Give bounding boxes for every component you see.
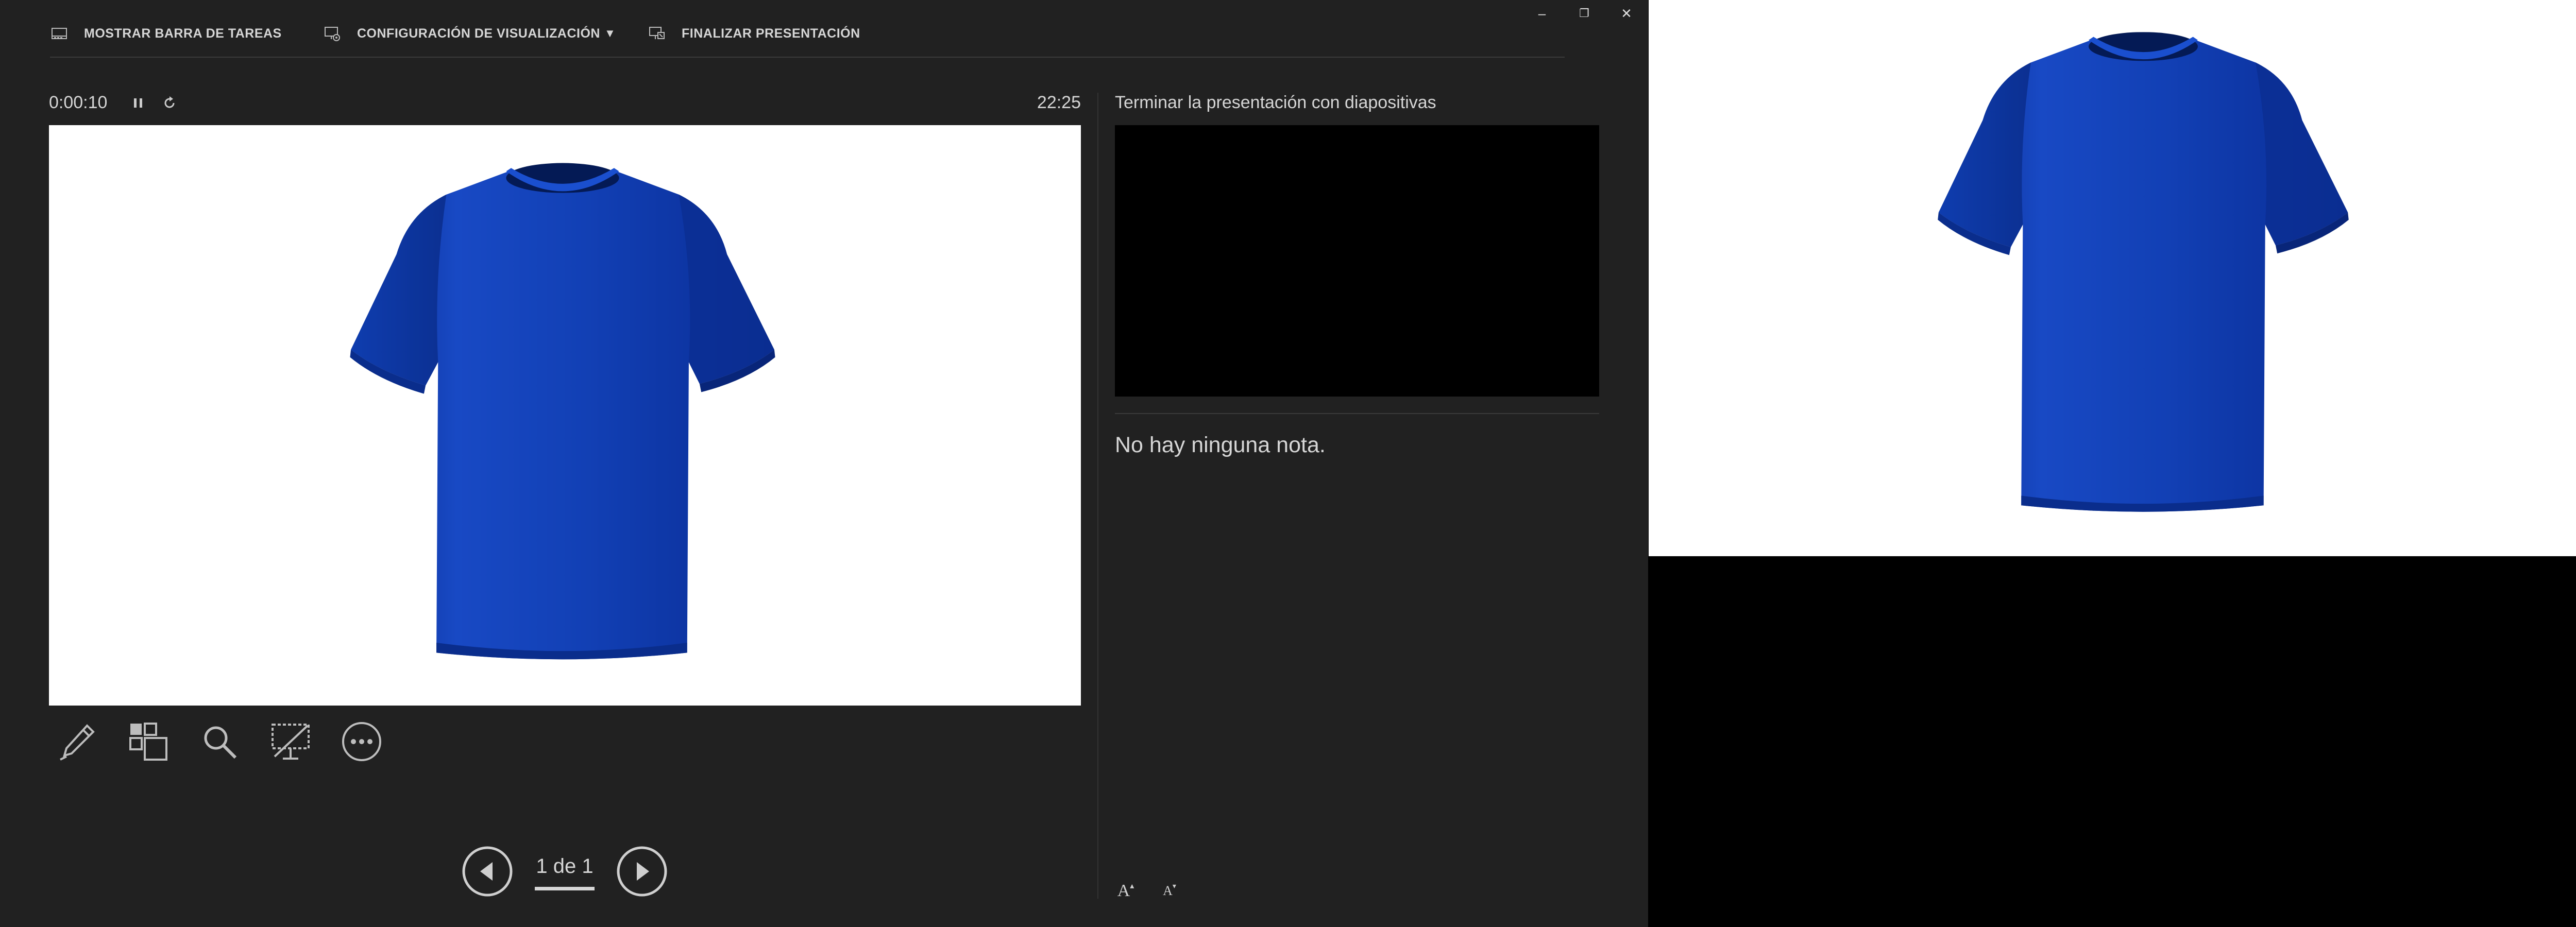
minimize-icon: – [1538, 5, 1546, 21]
zoom-button[interactable] [191, 713, 248, 770]
slide-navigation: 1 de 1 [462, 843, 668, 899]
screen-slash-icon [272, 724, 310, 760]
current-slide[interactable] [49, 125, 1081, 706]
presenter-view: MOSTRAR BARRA DE TAREAS CONFIGURACIÓN DE… [0, 0, 1648, 927]
speaker-notes: No hay ninguna nota. [1115, 433, 1326, 457]
display-settings-label: CONFIGURACIÓN DE VISUALIZACIÓN [357, 26, 600, 41]
end-show-label: FINALIZAR PRESENTACIÓN [682, 26, 860, 41]
decrease-font-button[interactable]: A ▾ [1154, 876, 1185, 906]
end-show-icon [649, 27, 665, 39]
magnifier-icon [204, 726, 237, 759]
tshirt-image-audience [1935, 27, 2352, 519]
more-icon [342, 722, 381, 761]
prev-arrow-icon[interactable] [462, 846, 513, 897]
restore-button[interactable]: ❐ [1570, 2, 1598, 25]
current-time: 22:25 [1037, 93, 1081, 112]
presenter-toolbar: MOSTRAR BARRA DE TAREAS CONFIGURACIÓN DE… [50, 0, 1565, 58]
panel-divider[interactable] [1097, 93, 1098, 899]
more-options-button[interactable] [333, 713, 390, 770]
timer-bar: 0:00:10 22:25 [49, 93, 1081, 113]
show-taskbar-label: MOSTRAR BARRA DE TAREAS [84, 26, 282, 41]
restart-icon[interactable] [160, 94, 179, 112]
tshirt-image [347, 157, 778, 667]
display-settings-button[interactable]: CONFIGURACIÓN DE VISUALIZACIÓN ▼ [323, 20, 616, 47]
taskbar-icon [52, 28, 67, 39]
next-arrow-icon[interactable] [616, 846, 668, 897]
black-screen-button[interactable] [262, 713, 319, 770]
decrease-font-icon: A [1163, 883, 1173, 898]
close-icon: ✕ [1621, 5, 1632, 21]
restore-icon: ❐ [1579, 7, 1589, 20]
increase-font-icon: A [1117, 881, 1130, 900]
pen-icon [60, 724, 95, 761]
show-taskbar-button[interactable]: MOSTRAR BARRA DE TAREAS [50, 20, 282, 47]
grid-icon [129, 723, 167, 761]
increase-font-button[interactable]: A ▴ [1110, 876, 1141, 906]
next-slide-title: Terminar la presentación con diapositiva… [1115, 93, 1436, 112]
end-show-button[interactable]: FINALIZAR PRESENTACIÓN [648, 20, 860, 47]
audience-screen [1649, 0, 2576, 556]
chevron-down-icon: ▼ [604, 27, 616, 40]
see-all-slides-button[interactable] [120, 713, 177, 770]
minimize-button[interactable]: – [1528, 2, 1556, 25]
page-indicator-underline [535, 887, 595, 890]
next-slide-preview [1115, 125, 1599, 397]
close-button[interactable]: ✕ [1613, 2, 1640, 25]
elapsed-timer: 0:00:10 [49, 93, 108, 112]
pause-icon[interactable] [129, 94, 147, 112]
page-indicator[interactable]: 1 de 1 [534, 855, 596, 878]
monitor-gear-icon [325, 27, 340, 41]
notes-divider [1115, 413, 1599, 414]
pen-tool-button[interactable] [49, 713, 106, 770]
